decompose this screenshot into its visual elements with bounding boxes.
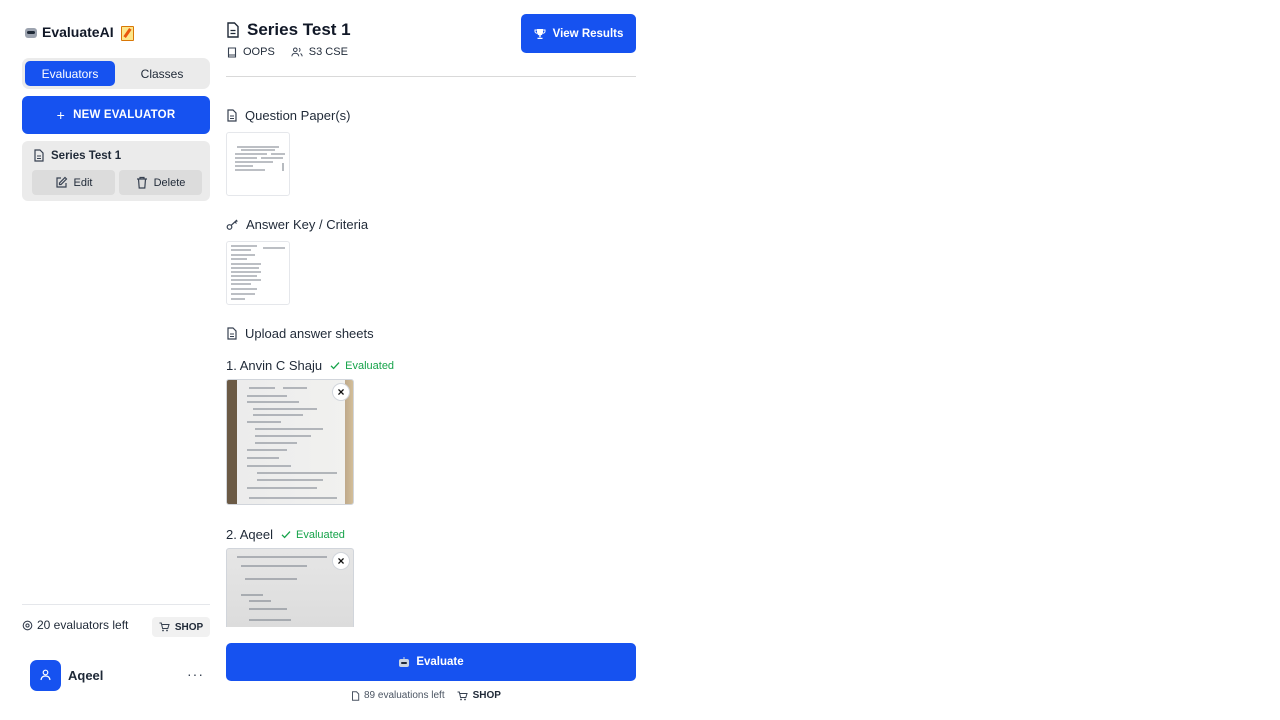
avatar xyxy=(30,659,61,691)
page-title: Series Test 1 xyxy=(226,20,351,40)
shop-label: SHOP xyxy=(174,621,204,633)
plus-icon: + xyxy=(56,107,66,123)
shop-button[interactable]: SHOP xyxy=(152,617,210,637)
tab-evaluators[interactable]: Evaluators xyxy=(25,61,115,86)
trash-icon xyxy=(136,176,148,189)
view-results-button[interactable]: View Results xyxy=(521,14,636,53)
answer-sheet-image[interactable]: × xyxy=(226,548,354,627)
student-name: 2. Aqeel xyxy=(226,527,273,542)
main-panel: Series Test 1 OOPS S3 CSE View Results Q… xyxy=(226,0,636,720)
class-name: S3 CSE xyxy=(291,46,348,58)
question-paper-thumbnail[interactable] xyxy=(226,132,290,196)
file-icon xyxy=(351,690,360,701)
evaluations-left-text: 89 evaluations left xyxy=(364,690,445,701)
sidebar-tabs: Evaluators Classes xyxy=(22,58,210,89)
app-name: EvaluateAI xyxy=(42,24,114,40)
robot-icon xyxy=(398,656,410,668)
new-evaluator-label: NEW EVALUATOR xyxy=(73,109,176,121)
evaluators-left: 20 evaluators left xyxy=(22,618,128,632)
cart-icon xyxy=(159,622,170,632)
status-badge: Evaluated xyxy=(281,529,345,541)
close-icon[interactable]: × xyxy=(332,552,350,570)
question-papers-label: Question Paper(s) xyxy=(245,108,351,123)
status-text: Evaluated xyxy=(296,528,345,541)
test-meta: OOPS S3 CSE xyxy=(227,46,348,58)
more-icon[interactable]: ··· xyxy=(187,667,204,681)
gear-icon xyxy=(22,620,33,631)
new-evaluator-button[interactable]: + NEW EVALUATOR xyxy=(22,96,210,134)
book-icon xyxy=(227,46,237,58)
sidebar: EvaluateAI Evaluators Classes + NEW EVAL… xyxy=(22,0,210,720)
student-row: 1. Anvin C Shaju Evaluated xyxy=(226,358,394,373)
student-row: 2. Aqeel Evaluated xyxy=(226,527,345,542)
evaluations-info: 89 evaluations left SHOP xyxy=(351,690,501,701)
check-icon xyxy=(281,530,291,539)
view-results-label: View Results xyxy=(552,27,624,40)
user-name: Aqeel xyxy=(68,667,104,683)
evaluate-button[interactable]: Evaluate xyxy=(226,643,636,681)
answer-key-thumbnail[interactable] xyxy=(226,241,290,305)
status-text: Evaluated xyxy=(345,359,395,372)
evaluator-card[interactable]: Series Test 1 Edit Delete xyxy=(22,141,210,201)
shop-button[interactable]: SHOP xyxy=(457,690,501,701)
shop-label: SHOP xyxy=(472,690,501,701)
key-icon xyxy=(226,219,239,231)
file-icon xyxy=(226,109,238,122)
evaluators-left-text: 20 evaluators left xyxy=(37,618,129,632)
student-name: 1. Anvin C Shaju xyxy=(226,358,323,373)
delete-label: Delete xyxy=(153,176,186,189)
robot-icon xyxy=(24,25,38,39)
class-text: S3 CSE xyxy=(308,46,348,58)
cart-icon xyxy=(457,691,468,701)
evaluate-label: Evaluate xyxy=(416,656,464,668)
subject-text: OOPS xyxy=(243,46,275,58)
memo-icon xyxy=(120,25,134,41)
evaluator-actions: Edit Delete xyxy=(32,170,202,195)
evaluator-title: Series Test 1 xyxy=(51,149,122,162)
evaluator-title-row: Series Test 1 xyxy=(33,149,121,162)
answer-key-heading: Answer Key / Criteria xyxy=(226,217,368,232)
close-icon[interactable]: × xyxy=(332,383,350,401)
answer-key-label: Answer Key / Criteria xyxy=(246,217,369,232)
upload-heading: Upload answer sheets xyxy=(226,326,374,341)
check-icon xyxy=(330,361,340,370)
upload-label: Upload answer sheets xyxy=(245,326,374,341)
user-profile[interactable]: Aqeel ··· xyxy=(30,659,210,691)
tab-classes[interactable]: Classes xyxy=(117,61,207,86)
users-icon xyxy=(291,47,303,57)
status-badge: Evaluated xyxy=(330,360,394,372)
file-icon xyxy=(226,327,238,340)
question-papers-heading: Question Paper(s) xyxy=(226,108,351,123)
edit-label: Edit xyxy=(73,176,93,189)
trophy-icon xyxy=(534,28,546,40)
page-title-text: Series Test 1 xyxy=(247,20,351,39)
answer-sheet-image[interactable]: × xyxy=(226,379,354,505)
divider xyxy=(22,604,210,605)
subject: OOPS xyxy=(227,46,275,58)
user-icon xyxy=(40,669,51,681)
delete-button[interactable]: Delete xyxy=(119,170,202,195)
file-icon xyxy=(226,22,240,38)
header-divider xyxy=(226,76,636,77)
file-icon xyxy=(33,149,45,162)
edit-button[interactable]: Edit xyxy=(32,170,115,195)
brand[interactable]: EvaluateAI xyxy=(24,22,134,42)
edit-icon xyxy=(55,176,68,189)
